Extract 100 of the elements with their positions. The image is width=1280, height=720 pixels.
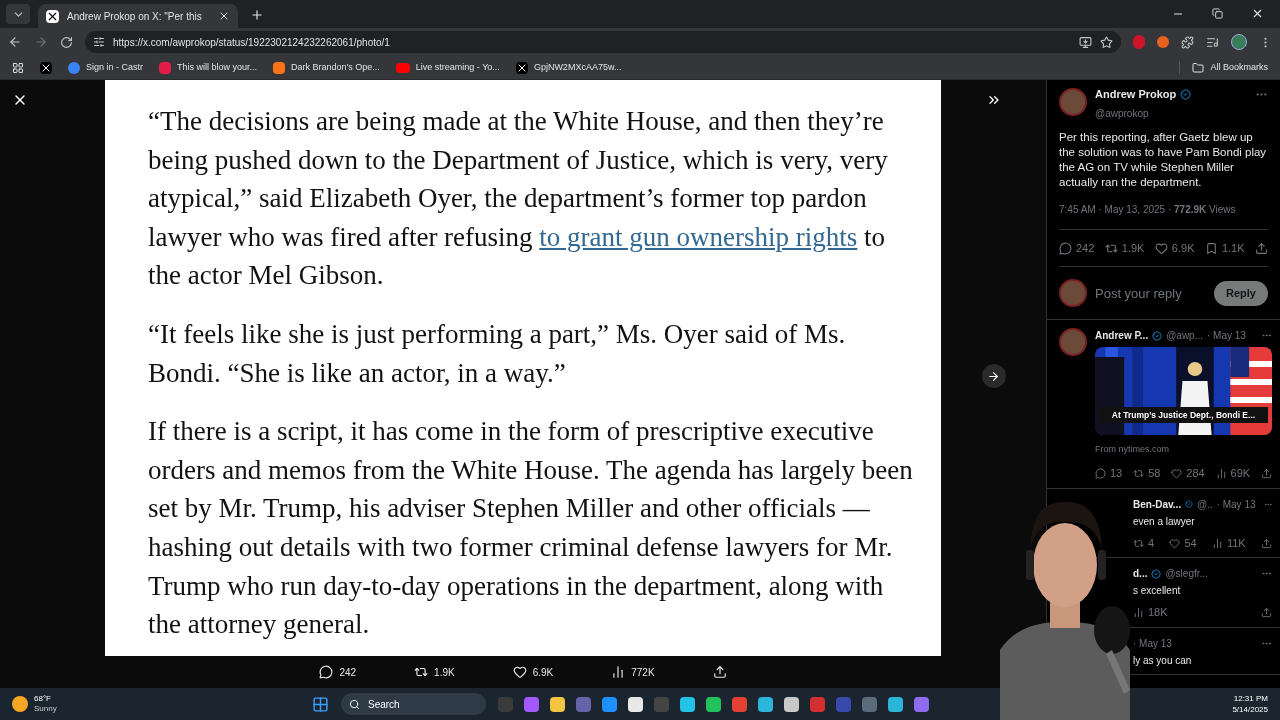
stat-count: 242 [339,665,357,680]
search-icon [349,698,360,710]
article-paragraph: “The decisions are being made at the White House, and then they’re being pushed down to the Department of Justice, which is very, very atypical,” said Elizabeth Oyer, the department’s former top pardon lawyer who was fired after refusing to grant gun ownership rights to the actor Mel Gibson. [148,105,889,293]
video-play-icon [395,62,410,73]
stat-count: 54 [1184,535,1197,551]
repost-icon[interactable] [414,665,429,679]
stat-count: 6.9K [1171,240,1195,256]
card-source[interactable]: From nytimes.com [1095,444,1169,455]
views-icon[interactable] [611,665,626,679]
extensions-icon[interactable] [1181,35,1194,49]
share-icon[interactable] [712,665,727,679]
article-link[interactable]: to grant gun ownership rights [539,221,858,252]
bookmark-item[interactable] [40,61,52,74]
author-handle[interactable]: @awprokop [1095,107,1149,119]
app-icon[interactable] [758,696,773,712]
verified-icon [1152,330,1163,341]
x-logo-icon [46,9,59,23]
folder-icon [1192,61,1205,74]
reply-field[interactable]: Post your reply [1095,283,1207,303]
views-icon[interactable] [1133,607,1144,618]
browser-tab[interactable]: Andrew Prokop on X: "Per this [38,4,238,28]
avatar[interactable] [1059,328,1087,357]
new-tab-icon[interactable] [250,8,264,22]
reply-handle[interactable]: @.. [1196,496,1213,512]
article-paragraph: If there is a script, it has come in the form of prescriptive executive orders and memos from the White House. The agenda has largely been set by Mr. Trump, his adviser Stephen Miller and other officials — hashing out details with two former criminal defense lawyers for Mr. Trump who run day-to-day operations in the department, along with the attorney general. [148,415,914,642]
profile-avatar[interactable] [1231,34,1247,50]
weather-icon[interactable] [12,696,28,712]
stat-count: 58 [1148,466,1161,482]
verified-icon [1151,568,1162,579]
url-text: https://x.com/awprokop/status/1922302124232262061/photo/1 [113,35,390,50]
reply-date: · May 13 [1133,636,1172,651]
link-card[interactable]: At Trump’s Justice Dept., Bondi E... [1095,347,1272,436]
app-icon[interactable] [628,696,643,712]
reply-text: s excellent [1133,584,1182,599]
bookmark-item[interactable]: This will blow your... [159,60,258,75]
reply-author[interactable]: Andrew P... [1095,328,1149,344]
author-name[interactable]: Andrew Prokop [1095,88,1177,102]
reload-icon[interactable] [60,35,73,49]
restore-icon[interactable] [1212,8,1223,19]
reply-author[interactable]: d... [1133,566,1148,582]
weather-text: Sunny [34,704,57,714]
app-icon[interactable] [784,696,799,712]
close-tab-icon[interactable] [218,10,230,22]
apps-icon[interactable] [12,61,24,74]
close-icon[interactable] [1251,7,1264,20]
app-icon[interactable] [550,696,565,712]
reply-author[interactable]: Ben-Dav... [1133,496,1182,512]
bookmark-item[interactable]: Sign in - Castr [68,60,144,75]
verified-icon [1180,89,1192,101]
x-logo-icon [40,61,52,74]
stat-count: 69K [1230,466,1251,482]
temperature: 68°F [34,694,52,704]
stat-count: 1.9K [1121,240,1145,256]
stat-count: 6.9K [532,665,554,680]
avatar[interactable] [1059,279,1087,308]
install-icon[interactable] [1079,35,1092,49]
stat-count: 772K [631,665,655,680]
tab-title: Andrew Prokop on X: "Per this [67,9,203,24]
x-logo-icon [515,61,528,74]
clock-time: 12:31 PM [1232,693,1268,704]
media-icon[interactable] [1206,35,1219,49]
stat-count: 13 [1110,466,1123,482]
bookmark-item[interactable]: GpjNW2MXcAA75w... [515,60,622,75]
article-paragraph: “It feels like she is just performing a part,” Ms. Oyer said of Ms. Bondi. “She is like an actor, in a way.” [148,317,847,390]
stat-count: 284 [1186,466,1205,482]
app-icon[interactable] [888,696,903,712]
stat-count: 1.9K [434,665,455,680]
views-icon[interactable] [1211,537,1223,549]
reply-button[interactable]: Reply [1214,281,1268,306]
reply-text: ly as you can [1133,653,1193,668]
verified-icon [1185,499,1193,510]
app-icon[interactable] [706,696,721,712]
clock-date: 5/14/2025 [1232,704,1268,715]
bookmark-star-icon[interactable] [1100,35,1113,49]
views-icon[interactable] [1215,468,1227,479]
tweet-meta: 7:45 AM · May 13, 2025 · 772.9K Views [1059,201,1268,230]
reply-text: even a lawyer [1133,514,1196,529]
next-photo-icon[interactable] [987,369,1000,383]
address-bar[interactable]: https://x.com/awprokop/status/1922302124232262061/photo/1 [85,31,1121,53]
start-icon[interactable] [312,695,329,713]
bookmark-icon[interactable] [1204,241,1218,255]
all-bookmarks-button[interactable]: All Bookmarks [1179,60,1268,75]
reply-handle[interactable]: @awp... [1166,328,1203,344]
forward-icon[interactable] [34,35,48,49]
avatar[interactable] [1059,88,1087,116]
letter-logo-icon [159,61,172,74]
stat-count: 11K [1226,535,1246,551]
reply-handle[interactable]: @slegfr... [1165,566,1208,582]
stat-count: 4 [1148,535,1155,551]
site-logo-icon [273,61,286,74]
stat-count: 18K [1148,605,1168,621]
bookmark-item[interactable]: Dark Brandon's Ope... [273,60,380,75]
app-icon[interactable] [680,696,695,712]
reply-date: · May 13 [1207,329,1246,344]
site-settings-icon[interactable] [93,36,105,48]
stat-count: 1.1K [1221,240,1245,256]
bookmark-item[interactable]: Live streaming - Yo... [395,60,500,75]
tweet-text: Per this reporting, after Gaetz blew up the solution was to have Pam Bondi play the AG on TV while Stephen Miller actually ran the department. [1059,129,1268,190]
back-icon[interactable] [8,35,22,49]
taskbar-search[interactable]: Search [341,693,486,715]
